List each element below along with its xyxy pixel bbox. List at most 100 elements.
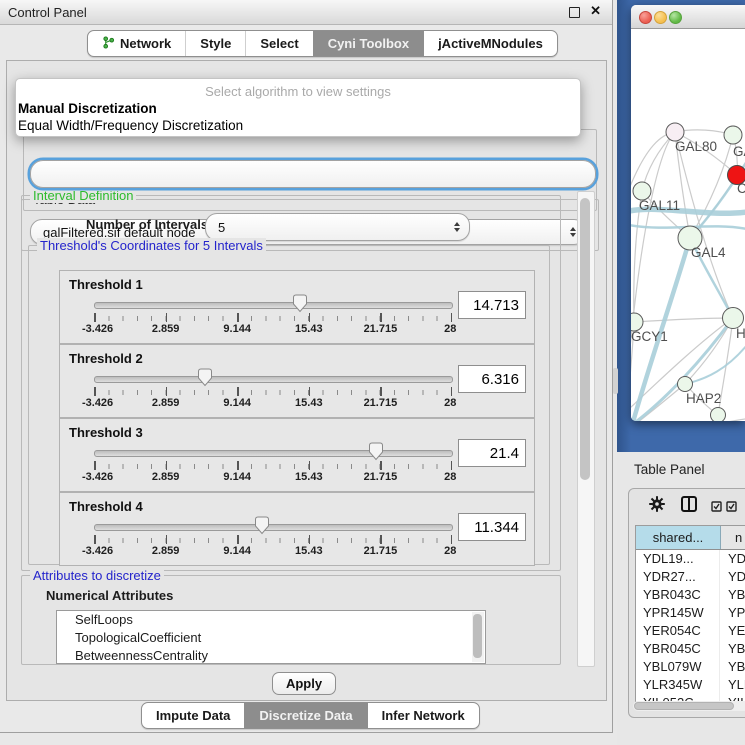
slider-track[interactable] [94, 450, 453, 457]
table-rows: YDL19...YDL1 YDR27...YDR2 YBR043CYBR0 YP… [636, 550, 745, 702]
tab-cyni-toolbox[interactable]: Cyni Toolbox [313, 31, 423, 56]
table-row[interactable]: YER054CYER0 [636, 622, 745, 640]
interval-definition-group: Interval Definition Number of Intervals … [21, 195, 561, 571]
node-label: HAP2 [686, 391, 721, 406]
table-row[interactable]: YBR043CYBR0 [636, 586, 745, 604]
threshold-value-input[interactable] [458, 513, 526, 541]
deselect-all-checkbox-icon[interactable] [726, 499, 737, 517]
list-item[interactable]: SelfLoops [57, 611, 485, 629]
tab-jactivemnodules[interactable]: jActiveMNodules [423, 31, 557, 56]
table-row[interactable]: YBR045CYBR0 [636, 640, 745, 658]
tab-style-label: Style [200, 36, 231, 51]
tab-discretize-data-label: Discretize Data [259, 708, 352, 723]
close-icon[interactable]: ✕ [590, 3, 601, 19]
tab-network[interactable]: Network [88, 31, 185, 56]
slider-thumb[interactable] [292, 294, 308, 313]
numerical-attributes-title: Numerical Attributes [46, 588, 173, 603]
threshold-slider[interactable]: -3.426 2.859 9.144 15.43 21.715 28 [94, 271, 451, 343]
algorithm-combobox[interactable] [30, 160, 596, 188]
algorithm-prompt: Select algorithm to view settings [16, 84, 580, 99]
tab-network-label: Network [120, 36, 171, 51]
network-node[interactable] [724, 126, 742, 144]
tab-discretize-data[interactable]: Discretize Data [244, 703, 366, 728]
network-window-titlebar [631, 5, 745, 29]
network-graph [631, 29, 745, 421]
threshold-value-input[interactable] [458, 439, 526, 467]
threshold-value-input[interactable] [458, 291, 526, 319]
slider-thumb[interactable] [368, 442, 384, 461]
threshold-slider[interactable]: -3.426 2.859 9.144 15.43 21.715 28 [94, 345, 451, 417]
gear-icon[interactable] [649, 496, 665, 517]
algorithm-option-equal-width[interactable]: Equal Width/Frequency Discretization [18, 118, 243, 133]
network-node-hap2[interactable] [678, 377, 693, 392]
list-item[interactable]: BetweennessCentrality [57, 647, 485, 664]
slider-tick-labels: -3.426 2.859 9.144 15.43 21.715 28 [94, 545, 452, 559]
table-row[interactable]: YBL079WYBL0 [636, 658, 745, 676]
network-canvas[interactable]: GAL80 GA C GAL11 GAL4 GCY1 H HAP2 [631, 29, 745, 421]
number-of-intervals-combobox[interactable]: 5 [205, 213, 470, 241]
node-label: H [736, 326, 745, 341]
attributes-legend: Attributes to discretize [30, 568, 164, 583]
panel-splitter-handle[interactable] [613, 368, 618, 394]
slider-tick-labels: -3.426 2.859 9.144 15.43 21.715 28 [94, 397, 452, 411]
node-label: GCY1 [631, 329, 668, 344]
settings-scrollbar[interactable] [577, 191, 595, 667]
control-panel-window: Control Panel ✕ Network Style [0, 0, 613, 733]
node-label: GAL4 [691, 245, 726, 260]
table-header-row: shared... n [636, 526, 745, 550]
tab-select[interactable]: Select [245, 31, 312, 56]
table-horizontal-scrollbar[interactable] [633, 701, 745, 711]
table-panel: Table Panel [617, 452, 745, 745]
tab-impute-data[interactable]: Impute Data [142, 703, 244, 728]
slider-tick-labels: -3.426 2.859 9.144 15.43 21.715 28 [94, 471, 452, 485]
close-traffic-light[interactable] [639, 11, 652, 24]
tab-cyni-toolbox-label: Cyni Toolbox [328, 36, 409, 51]
cyni-settings-panel: Discretization Algorithm Select algorith… [6, 60, 607, 701]
table-row[interactable]: YLR345WYLR3 [636, 676, 745, 694]
select-all-checkbox-icon[interactable] [711, 499, 722, 517]
threshold-row: Threshold 4 [59, 492, 535, 566]
list-item[interactable]: TopologicalCoefficient [57, 629, 485, 647]
tab-style[interactable]: Style [185, 31, 245, 56]
numerical-attributes-list: SelfLoops TopologicalCoefficient Between… [56, 610, 486, 664]
minimize-traffic-light[interactable] [654, 11, 667, 24]
number-of-intervals-value: 5 [218, 220, 454, 235]
bottom-tab-bar: Impute Data Discretize Data Infer Networ… [141, 702, 480, 729]
slider-ticks [94, 461, 452, 470]
table-row[interactable]: YDL19...YDL1 [636, 550, 745, 568]
tab-impute-data-label: Impute Data [156, 708, 230, 723]
node-label: GA [733, 144, 745, 159]
interval-definition-legend: Interval Definition [30, 191, 136, 203]
table-row[interactable]: YDR27...YDR2 [636, 568, 745, 586]
attributes-group: Attributes to discretize Numerical Attri… [21, 575, 561, 665]
slider-thumb[interactable] [197, 368, 213, 387]
stepper-arrows-icon [454, 222, 460, 232]
algorithm-dropdown-popup: Select algorithm to view settings Manual… [15, 78, 581, 137]
thresholds-legend: Threshold's Coordinates for 5 Intervals [37, 238, 266, 253]
slider-track[interactable] [94, 524, 453, 531]
slider-thumb[interactable] [254, 516, 270, 535]
zoom-traffic-light[interactable] [669, 11, 682, 24]
show-columns-icon[interactable] [681, 496, 697, 512]
thresholds-group: Threshold's Coordinates for 5 Intervals … [28, 245, 550, 565]
algorithm-option-manual[interactable]: Manual Discretization [18, 101, 157, 116]
screen: Control Panel ✕ Network Style [0, 0, 745, 745]
table-row[interactable]: YPR145WYPR1 [636, 604, 745, 622]
threshold-slider[interactable]: -3.426 2.859 9.144 15.43 21.715 28 [94, 493, 451, 565]
column-header-shared-name[interactable]: shared... [636, 526, 721, 549]
threshold-value-input[interactable] [458, 365, 526, 393]
threshold-slider[interactable]: -3.426 2.859 9.144 15.43 21.715 28 [94, 419, 451, 491]
float-window-icon[interactable] [569, 7, 580, 18]
slider-track[interactable] [94, 376, 453, 383]
apply-button[interactable]: Apply [272, 672, 336, 695]
node-table: shared... n YDL19...YDL1 YDR27...YDR2 YB… [635, 525, 745, 703]
table-panel-title: Table Panel [634, 462, 705, 477]
tab-infer-network[interactable]: Infer Network [367, 703, 479, 728]
table-toolbar [629, 489, 745, 521]
network-node[interactable] [711, 408, 726, 422]
list-scrollbar[interactable] [472, 612, 484, 662]
column-header-name[interactable]: n [721, 526, 745, 549]
slider-ticks [94, 313, 452, 322]
slider-track[interactable] [94, 302, 453, 309]
control-panel-titlebar: Control Panel ✕ [0, 0, 612, 25]
